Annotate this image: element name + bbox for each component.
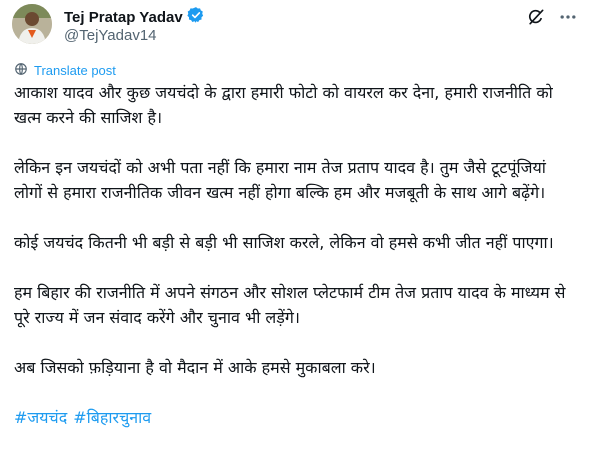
display-name[interactable]: Tej Pratap Yadav: [64, 6, 205, 28]
post-paragraph-1: आकाश यादव और कुछ जयचंदो के द्वारा हमारी …: [14, 83, 553, 127]
post-paragraph-4: हम बिहार की राजनीति में अपने संगठन और सो…: [14, 283, 566, 327]
hashtag-link[interactable]: #जयचंद: [14, 405, 67, 430]
hashtag-link[interactable]: #बिहारचुनाव: [73, 405, 151, 430]
translate-post-link[interactable]: Translate post: [14, 62, 116, 79]
display-name-text[interactable]: Tej Pratap Yadav: [64, 9, 183, 26]
post-body: आकाश यादव और कुछ जयचंदो के द्वारा हमारी …: [14, 80, 579, 430]
avatar-image: [12, 4, 52, 44]
hashtags: #जयचंद #बिहारचुनाव: [14, 405, 579, 430]
handle[interactable]: @TejYadav14: [64, 27, 157, 44]
post-paragraph-5: अब जिसको फ़ड़ियाना है वो मैदान में आके ह…: [14, 358, 376, 377]
verified-badge-icon: [187, 6, 205, 28]
translate-label[interactable]: Translate post: [34, 63, 116, 78]
more-icon[interactable]: [557, 6, 579, 28]
avatar[interactable]: [12, 4, 52, 44]
post-paragraph-2: लेकिन इन जयचंदों को अभी पता नहीं कि हमार…: [14, 158, 546, 202]
post-paragraph-3: कोई जयचंद कितनी भी बड़ी से बड़ी भी साजिश…: [14, 233, 554, 252]
post: Tej Pratap Yadav @TejYadav14 Translate p…: [0, 0, 591, 473]
translate-icon: [14, 62, 28, 79]
grok-icon[interactable]: [525, 6, 547, 28]
top-actions: [525, 6, 579, 28]
